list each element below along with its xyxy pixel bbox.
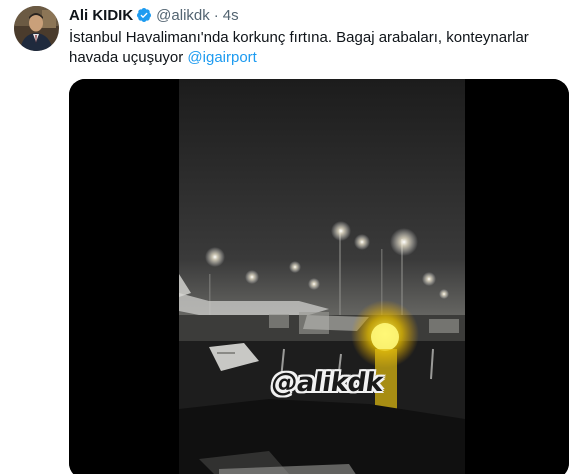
video-frame — [69, 79, 569, 474]
avatar[interactable] — [14, 6, 59, 51]
mention-link[interactable]: @igairport — [187, 49, 256, 66]
tweet-body: İstanbul Havalimanı'nda korkunç fırtına.… — [69, 29, 529, 66]
video-watermark: @alikdk — [269, 368, 385, 398]
tweet-header: Ali KIDIK @alikdk · 4s — [69, 5, 239, 25]
tweet-text: İstanbul Havalimanı'nda korkunç fırtına.… — [69, 28, 579, 68]
tweet: Ali KIDIK @alikdk · 4s İstanbul Havalima… — [0, 0, 583, 474]
video-player[interactable]: @alikdk — [69, 79, 569, 474]
verified-badge-icon — [136, 7, 152, 23]
separator-dot: · — [213, 6, 219, 24]
timestamp[interactable]: 4s — [223, 7, 239, 24]
avatar-image — [14, 6, 59, 51]
author-name[interactable]: Ali KIDIK — [69, 7, 133, 24]
author-handle[interactable]: @alikdk — [156, 7, 210, 24]
